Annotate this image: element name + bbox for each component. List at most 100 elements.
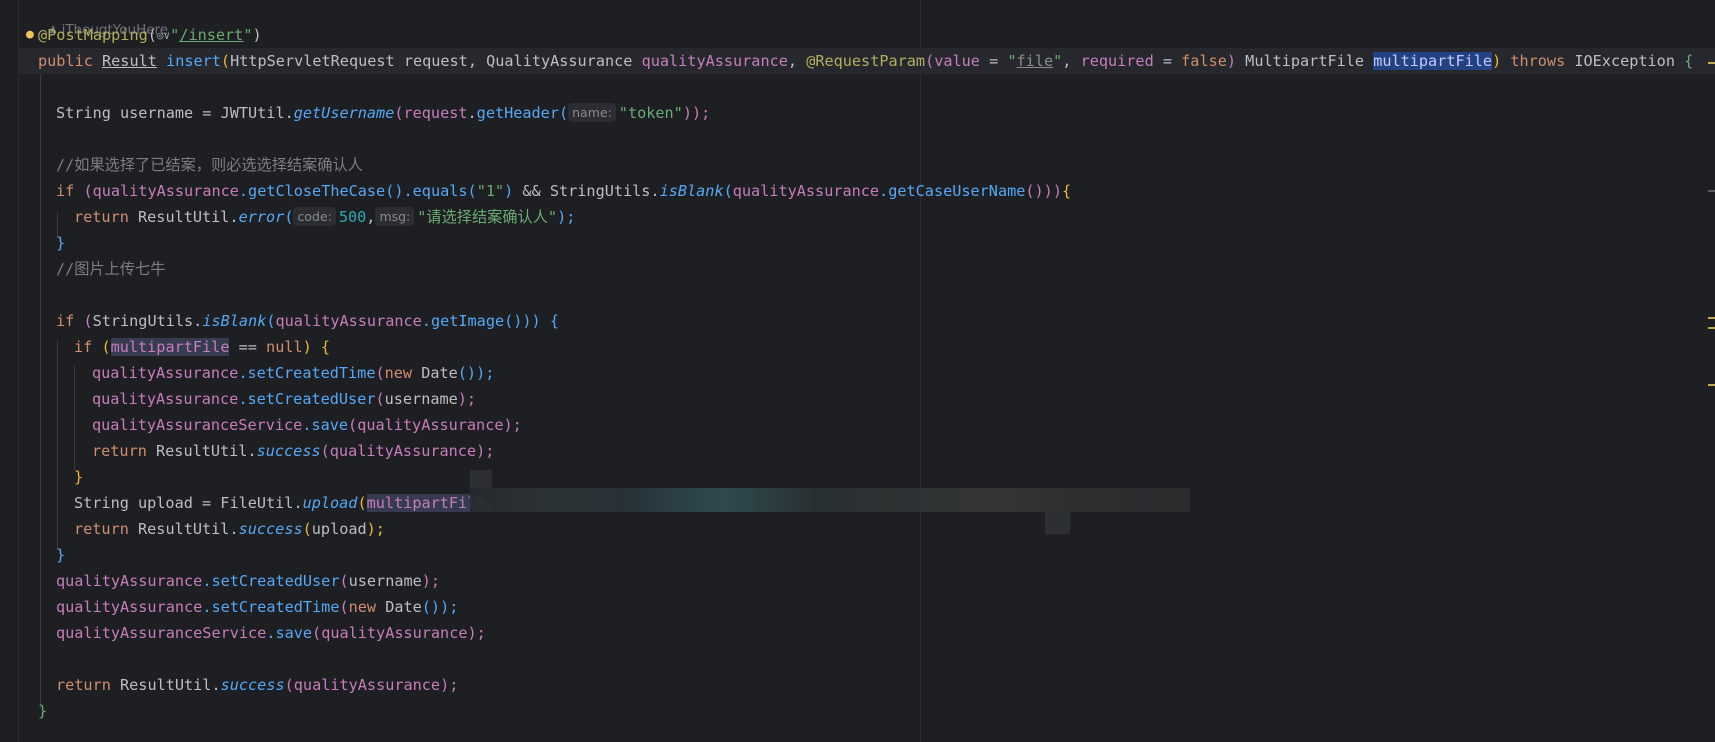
static-method[interactable]: success <box>221 676 285 694</box>
indent-guide <box>57 340 58 550</box>
variable: qualityAssuranceService <box>92 416 303 434</box>
request-param-value[interactable]: file <box>1017 52 1054 70</box>
parameter-hint: code: <box>293 207 336 226</box>
code-line[interactable]: qualityAssurance.setCreatedUser(username… <box>56 568 440 594</box>
method-call[interactable]: .getCloseTheCase <box>239 182 385 200</box>
method-call[interactable]: .setCreatedUser <box>238 390 375 408</box>
paren: ); <box>366 520 385 538</box>
paren: ); <box>440 676 459 694</box>
paren: ()); <box>421 598 459 616</box>
annotation-name[interactable]: PostMapping <box>47 26 148 44</box>
variable: qualityAssurance <box>92 182 239 200</box>
redacted-region <box>1045 512 1070 534</box>
paren: ( <box>375 390 385 408</box>
paren: ( <box>83 312 93 330</box>
code-line[interactable]: } <box>38 698 47 724</box>
scrollbar-marker[interactable] <box>1708 317 1715 319</box>
method-call[interactable]: .getCaseUserName <box>879 182 1025 200</box>
method-name[interactable]: insert <box>166 52 221 70</box>
quote: " <box>1053 52 1063 70</box>
variable: qualityAssurance <box>56 598 203 616</box>
brace: } <box>38 702 48 720</box>
indent-guide <box>74 366 75 470</box>
code-line[interactable]: if (multipartFile == null) { <box>74 334 330 360</box>
web-endpoint-icon[interactable]: ◎∨ <box>157 23 170 49</box>
class-name: Date <box>385 598 422 616</box>
code-line[interactable]: //图片上传七牛 <box>56 256 165 282</box>
static-method[interactable]: error <box>239 208 285 226</box>
paren: ) <box>1492 52 1502 70</box>
scrollbar-marker[interactable] <box>1708 62 1715 64</box>
method-call[interactable]: .getImage <box>422 312 504 330</box>
mapping-path[interactable]: /insert <box>179 26 243 44</box>
static-method[interactable]: success <box>239 520 303 538</box>
static-method[interactable]: success <box>257 442 321 460</box>
method-call[interactable]: .save <box>266 624 312 642</box>
variable: qualityAssurance <box>275 312 422 330</box>
keyword: if <box>74 338 102 356</box>
code-line[interactable]: qualityAssurance.setCreatedTime(new Date… <box>56 594 458 620</box>
code-line[interactable]: return ResultUtil.success(qualityAssuran… <box>92 438 494 464</box>
dot: . <box>467 104 477 122</box>
static-method[interactable]: isBlank <box>202 312 266 330</box>
comment: //如果选择了已结案，则必选选择结案确认人 <box>56 156 363 174</box>
scrollbar-marker[interactable] <box>1708 190 1715 192</box>
scrollbar-marker[interactable] <box>1708 384 1715 386</box>
brace: } <box>74 468 84 486</box>
variable: qualityAssurance <box>329 442 477 460</box>
lightbulb-icon[interactable]: ● <box>26 27 34 42</box>
variable: qualityAssurance <box>293 676 441 694</box>
variable-usage-highlight[interactable]: multipartFile <box>110 338 230 356</box>
method-call[interactable]: .setCreatedTime <box>202 598 339 616</box>
code-line[interactable]: //如果选择了已结案，则必选选择结案确认人 <box>56 152 363 178</box>
variable: qualityAssurance <box>357 416 504 434</box>
code-line[interactable]: @PostMapping(◎∨"/insert") <box>38 22 262 48</box>
paren: ( <box>925 52 935 70</box>
variable-usage-highlight[interactable]: multipartFile <box>366 494 486 512</box>
annotation-name[interactable]: @RequestParam <box>806 52 925 70</box>
code-line[interactable]: return ResultUtil.success(upload); <box>74 516 385 542</box>
code-line[interactable]: qualityAssurance.setCreatedTime(new Date… <box>92 360 494 386</box>
code-line[interactable]: if (qualityAssurance.getCloseTheCase().e… <box>56 178 1071 204</box>
method-call[interactable]: .setCreatedTime <box>238 364 375 382</box>
return-type[interactable]: Result <box>102 52 157 70</box>
method-call[interactable]: getHeader <box>477 104 559 122</box>
selected-param-name[interactable]: multipartFile <box>1373 52 1493 70</box>
code-line[interactable]: String username = JWTUtil.getUsername(re… <box>56 100 710 126</box>
brace: { <box>549 312 559 330</box>
editor-gutter[interactable] <box>0 0 19 742</box>
paren: ())) <box>504 312 550 330</box>
code-line[interactable]: } <box>56 542 65 568</box>
operator: == <box>229 338 267 356</box>
param-name: request <box>403 52 468 70</box>
code-line-current[interactable]: public Result insert(HttpServletRequest … <box>38 48 1693 74</box>
code-line[interactable]: qualityAssuranceService.save(qualityAssu… <box>56 620 486 646</box>
operator: = <box>979 52 1008 70</box>
quote: " <box>1007 52 1017 70</box>
exception-type: IOException <box>1565 52 1685 70</box>
variable: qualityAssurance <box>56 572 203 590</box>
static-method[interactable]: isBlank <box>660 182 724 200</box>
code-line[interactable]: String upload = FileUtil.upload(multipar… <box>74 490 495 516</box>
code-line[interactable]: return ResultUtil.error(code: 500, msg: "请选… <box>74 204 575 230</box>
code-line[interactable]: qualityAssurance.setCreatedUser(username… <box>92 386 476 412</box>
parameter-hint: msg: <box>375 207 415 226</box>
method-call[interactable]: .save <box>302 416 348 434</box>
code-line[interactable]: qualityAssuranceService.save(qualityAssu… <box>92 412 522 438</box>
code-line[interactable]: return ResultUtil.success(qualityAssuran… <box>56 672 458 698</box>
code-line[interactable]: if (StringUtils.isBlank(qualityAssurance… <box>56 308 559 334</box>
method-call[interactable]: .setCreatedUser <box>202 572 339 590</box>
code-text: ResultUtil. <box>138 520 239 538</box>
scrollbar-marker[interactable] <box>1708 327 1715 329</box>
static-method[interactable]: getUsername <box>294 104 395 122</box>
method-call[interactable]: .equals <box>404 182 468 200</box>
code-author-hint[interactable]: ♟ iThougtYouHere <box>40 0 169 38</box>
variable: qualityAssurance <box>732 182 880 200</box>
code-line[interactable]: } <box>74 464 83 490</box>
param-type: MultipartFile <box>1236 52 1374 70</box>
static-method[interactable]: upload <box>303 494 358 512</box>
paren: ()); <box>457 364 495 382</box>
code-line[interactable]: } <box>56 230 65 256</box>
comma: , <box>366 208 376 226</box>
